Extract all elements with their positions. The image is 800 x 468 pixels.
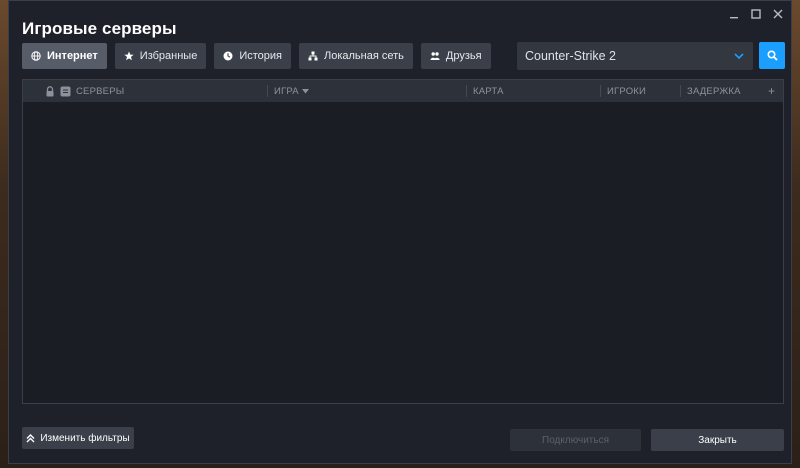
add-column-button[interactable]: + <box>768 80 775 102</box>
map-column-header[interactable]: КАРТА <box>473 80 504 102</box>
game-filter-dropdown[interactable]: Counter-Strike 2 <box>517 42 753 70</box>
window-title: Игровые серверы <box>22 19 177 38</box>
players-column-header[interactable]: ИГРОКИ <box>607 80 646 102</box>
tab-label: История <box>239 50 282 62</box>
shield-icon <box>60 86 71 96</box>
connect-button[interactable]: Подключиться <box>510 429 641 451</box>
latency-column-header[interactable]: ЗАДЕРЖКА <box>687 80 741 102</box>
lock-column-header[interactable] <box>45 80 55 102</box>
tab-internet[interactable]: Интернет <box>22 43 107 69</box>
globe-icon <box>31 51 41 61</box>
server-list: СЕРВЕРЫ ИГРА КАРТА ИГРОКИ ЗАДЕРЖКА + <box>22 79 784 404</box>
server-list-header: СЕРВЕРЫ ИГРА КАРТА ИГРОКИ ЗАДЕРЖКА + <box>23 80 783 102</box>
search-icon <box>766 50 778 61</box>
window-controls <box>727 7 785 21</box>
tab-friends[interactable]: Друзья <box>420 43 491 69</box>
tab-label: Локальная сеть <box>324 50 404 62</box>
column-divider <box>600 85 601 97</box>
minimize-icon[interactable] <box>727 7 741 21</box>
servers-column-header[interactable]: СЕРВЕРЫ <box>76 80 124 102</box>
friends-icon <box>430 52 440 60</box>
game-column-header[interactable]: ИГРА <box>274 80 309 102</box>
game-column-label: ИГРА <box>274 85 299 97</box>
chevron-down-icon <box>734 53 744 60</box>
tab-label: Избранные <box>139 50 198 62</box>
selected-game: Counter-Strike 2 <box>525 49 617 63</box>
clock-icon <box>223 51 233 61</box>
tab-favorites[interactable]: Избранные <box>114 43 207 69</box>
game-servers-window: Игровые серверы Интернет Избранные Истор… <box>8 0 792 464</box>
close-button[interactable]: Закрыть <box>651 429 784 451</box>
tab-lan[interactable]: Локальная сеть <box>299 43 413 69</box>
column-divider <box>267 85 268 97</box>
lock-icon <box>46 85 54 96</box>
chevron-double-up-icon <box>26 433 35 442</box>
tab-history[interactable]: История <box>214 43 291 69</box>
secure-column-header[interactable] <box>60 80 71 102</box>
search-button[interactable] <box>759 42 785 69</box>
change-filters-label: Изменить фильтры <box>40 432 130 444</box>
maximize-icon[interactable] <box>749 7 763 21</box>
column-divider <box>466 85 467 97</box>
change-filters-button[interactable]: Изменить фильтры <box>22 427 134 449</box>
sort-arrow-icon <box>301 88 309 93</box>
tab-label: Друзья <box>445 50 482 62</box>
star-icon <box>124 51 134 61</box>
network-icon <box>308 51 318 61</box>
column-divider <box>680 85 681 97</box>
tab-label: Интернет <box>47 50 98 62</box>
close-icon[interactable] <box>771 7 785 21</box>
source-tabs: Интернет Избранные История Локальная сет… <box>22 43 491 69</box>
